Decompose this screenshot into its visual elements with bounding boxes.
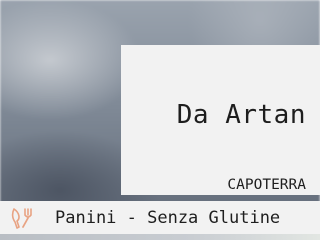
cuisine-bar: Panini - Senza Glutine	[0, 201, 320, 234]
background-strip	[0, 234, 320, 240]
restaurant-name: Da Artan	[176, 100, 306, 130]
restaurant-card[interactable]: Da Artan CAPOTERRA	[121, 45, 320, 195]
restaurant-city: CAPOTERRA	[227, 177, 306, 193]
cutlery-icon	[10, 207, 34, 229]
cuisine-label: Panini - Senza Glutine	[55, 208, 281, 228]
